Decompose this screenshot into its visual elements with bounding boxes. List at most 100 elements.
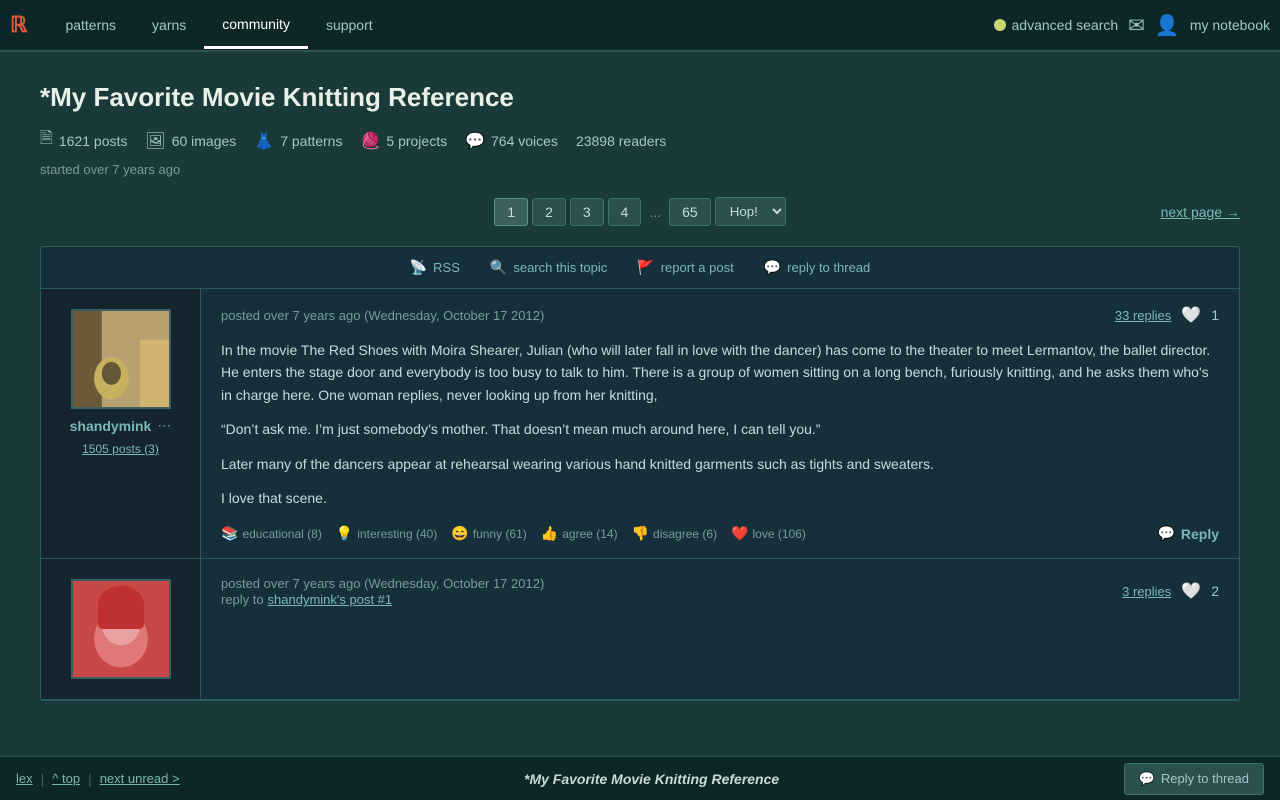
post-row-1: shandymink ⋯ 1505 posts (3) posted over … xyxy=(41,289,1239,559)
page-2-btn[interactable]: 2 xyxy=(532,198,566,226)
educational-icon: 📚 xyxy=(221,525,238,542)
avatar-2 xyxy=(71,579,171,679)
post-body-1: In the movie The Red Shoes with Moira Sh… xyxy=(221,339,1219,509)
page-dots: ... xyxy=(645,204,665,220)
replies-link-1[interactable]: 33 replies xyxy=(1115,308,1171,323)
bottom-bar: lex | ^ top | next unread > *My Favorite… xyxy=(0,756,1280,800)
stat-posts: 🗎 1621 posts xyxy=(40,127,127,154)
thread-stats: 🗎 1621 posts 🖼 60 images 👗 7 patterns 🧶 … xyxy=(40,127,1240,154)
post-num-1: 1 xyxy=(1211,307,1219,323)
sep2: | xyxy=(88,771,92,787)
nav-yarns[interactable]: yarns xyxy=(134,3,204,47)
reply-to-thread-toolbar-btn[interactable]: 💬 reply to thread xyxy=(764,259,871,276)
post-avatar-col-2 xyxy=(41,559,201,699)
nav-patterns[interactable]: patterns xyxy=(47,3,134,47)
next-page-link[interactable]: next page → xyxy=(1161,204,1240,220)
nav-community[interactable]: community xyxy=(204,2,308,49)
thread-title: *My Favorite Movie Knitting Reference xyxy=(40,82,1240,113)
agree-icon: 👍 xyxy=(541,525,558,542)
nav-support[interactable]: support xyxy=(308,3,391,47)
my-notebook-link[interactable]: my notebook xyxy=(1190,17,1270,33)
avatar-image-1 xyxy=(73,309,169,409)
reaction-interesting[interactable]: 💡 interesting (40) xyxy=(336,525,437,542)
post-reactions-1: 📚 educational (8) 💡 interesting (40) 😄 f… xyxy=(221,525,1219,542)
post-body-p2: “Don’t ask me. I’m just somebody’s mothe… xyxy=(221,418,1219,440)
post-body-p4: I love that scene. xyxy=(221,487,1219,509)
pagination: 1 2 3 4 ... 65 Hop! next page → xyxy=(40,197,1240,226)
post-replies-col-2: 3 replies 🤍 2 xyxy=(1122,581,1219,601)
rss-btn[interactable]: 📡 RSS xyxy=(410,259,460,276)
voices-icon: 💬 xyxy=(465,131,485,151)
stat-patterns: 👗 7 patterns xyxy=(254,131,342,151)
page-last-btn[interactable]: 65 xyxy=(669,198,711,226)
post-meta-1: posted over 7 years ago (Wednesday, Octo… xyxy=(221,305,1219,325)
post-content-col-2: posted over 7 years ago (Wednesday, Octo… xyxy=(201,559,1239,699)
username-1[interactable]: shandymink xyxy=(70,418,152,434)
reaction-love[interactable]: ❤️ love (106) xyxy=(731,525,806,542)
reply-to-label: reply to xyxy=(221,592,264,607)
reply-to-link-2[interactable]: shandymink's post #1 xyxy=(268,592,393,607)
reply-icon: 💬 xyxy=(764,259,781,276)
nav-right: advanced search ✉ 👤 my notebook xyxy=(994,13,1270,38)
search-dot-icon xyxy=(994,19,1006,31)
rss-icon: 📡 xyxy=(410,259,427,276)
mail-icon[interactable]: ✉ xyxy=(1128,13,1145,38)
top-link[interactable]: ^ top xyxy=(52,771,80,786)
topic-toolbar: 📡 RSS 🔍 search this topic 🚩 report a pos… xyxy=(41,247,1239,289)
reply-bubble-icon: 💬 xyxy=(1157,525,1174,542)
avatar-1 xyxy=(71,309,171,409)
flag-icon: 🚩 xyxy=(637,259,654,276)
love-icon: ❤️ xyxy=(731,525,748,542)
interesting-icon: 💡 xyxy=(336,525,353,542)
images-icon: 🖼 xyxy=(145,131,165,151)
thread-started: started over 7 years ago xyxy=(40,162,1240,177)
heart-icon-1: 🤍 xyxy=(1181,305,1201,325)
post-replies-col-1: 33 replies 🤍 1 xyxy=(1115,305,1219,325)
lex-link[interactable]: lex xyxy=(16,771,33,786)
heart-icon-2: 🤍 xyxy=(1181,581,1201,601)
disagree-icon: 👎 xyxy=(632,525,649,542)
post-body-p1: In the movie The Red Shoes with Moira Sh… xyxy=(221,339,1219,406)
hop-select[interactable]: Hop! xyxy=(715,197,786,226)
reaction-educational[interactable]: 📚 educational (8) xyxy=(221,525,322,542)
stat-images: 🖼 60 images xyxy=(145,131,236,151)
advanced-search-link[interactable]: advanced search xyxy=(994,17,1119,33)
reaction-agree[interactable]: 👍 agree (14) xyxy=(541,525,618,542)
stat-readers: 23898 readers xyxy=(576,133,666,149)
page-4-btn[interactable]: 4 xyxy=(608,198,642,226)
reaction-funny[interactable]: 😄 funny (61) xyxy=(451,525,526,542)
post-body-p3: Later many of the dancers appear at rehe… xyxy=(221,453,1219,475)
bottom-title: *My Favorite Movie Knitting Reference xyxy=(188,771,1116,787)
post-avatar-col-1: shandymink ⋯ 1505 posts (3) xyxy=(41,289,201,558)
post-date-1: posted over 7 years ago (Wednesday, Octo… xyxy=(221,308,544,323)
search-topic-btn[interactable]: 🔍 search this topic xyxy=(490,259,607,276)
reply-btn-1[interactable]: 💬 Reply xyxy=(1157,525,1219,542)
reply-to-thread-btn[interactable]: 💬 Reply to thread xyxy=(1124,763,1264,795)
page-3-btn[interactable]: 3 xyxy=(570,198,604,226)
avatar-image-2 xyxy=(73,579,169,679)
post-content-col-1: posted over 7 years ago (Wednesday, Octo… xyxy=(201,289,1239,558)
user-icon[interactable]: 👤 xyxy=(1155,13,1180,38)
nav-logo: ℝ xyxy=(10,12,27,38)
patterns-icon: 👗 xyxy=(254,131,274,151)
next-unread-link[interactable]: next unread > xyxy=(100,771,180,786)
page-1-btn[interactable]: 1 xyxy=(494,198,528,226)
reaction-disagree[interactable]: 👎 disagree (6) xyxy=(632,525,717,542)
report-post-btn[interactable]: 🚩 report a post xyxy=(637,259,733,276)
replies-link-2[interactable]: 3 replies xyxy=(1122,584,1171,599)
user-posts-1[interactable]: 1505 posts (3) xyxy=(82,442,159,456)
sep1: | xyxy=(41,771,45,787)
username-menu-1[interactable]: ⋯ xyxy=(157,417,171,434)
post-meta-2: posted over 7 years ago (Wednesday, Octo… xyxy=(221,575,1219,607)
post-num-2: 2 xyxy=(1211,583,1219,599)
stat-projects: 🧶 5 projects xyxy=(360,131,447,151)
navbar: ℝ patterns yarns community support advan… xyxy=(0,0,1280,52)
stat-voices: 💬 764 voices xyxy=(465,131,558,151)
funny-icon: 😄 xyxy=(451,525,468,542)
post-row-2: posted over 7 years ago (Wednesday, Octo… xyxy=(41,559,1239,700)
projects-icon: 🧶 xyxy=(360,131,380,151)
search-icon: 🔍 xyxy=(490,259,507,276)
reply-thread-icon: 💬 xyxy=(1139,771,1155,787)
topic-box: 📡 RSS 🔍 search this topic 🚩 report a pos… xyxy=(40,246,1240,701)
posts-icon: 🗎 xyxy=(40,127,53,154)
